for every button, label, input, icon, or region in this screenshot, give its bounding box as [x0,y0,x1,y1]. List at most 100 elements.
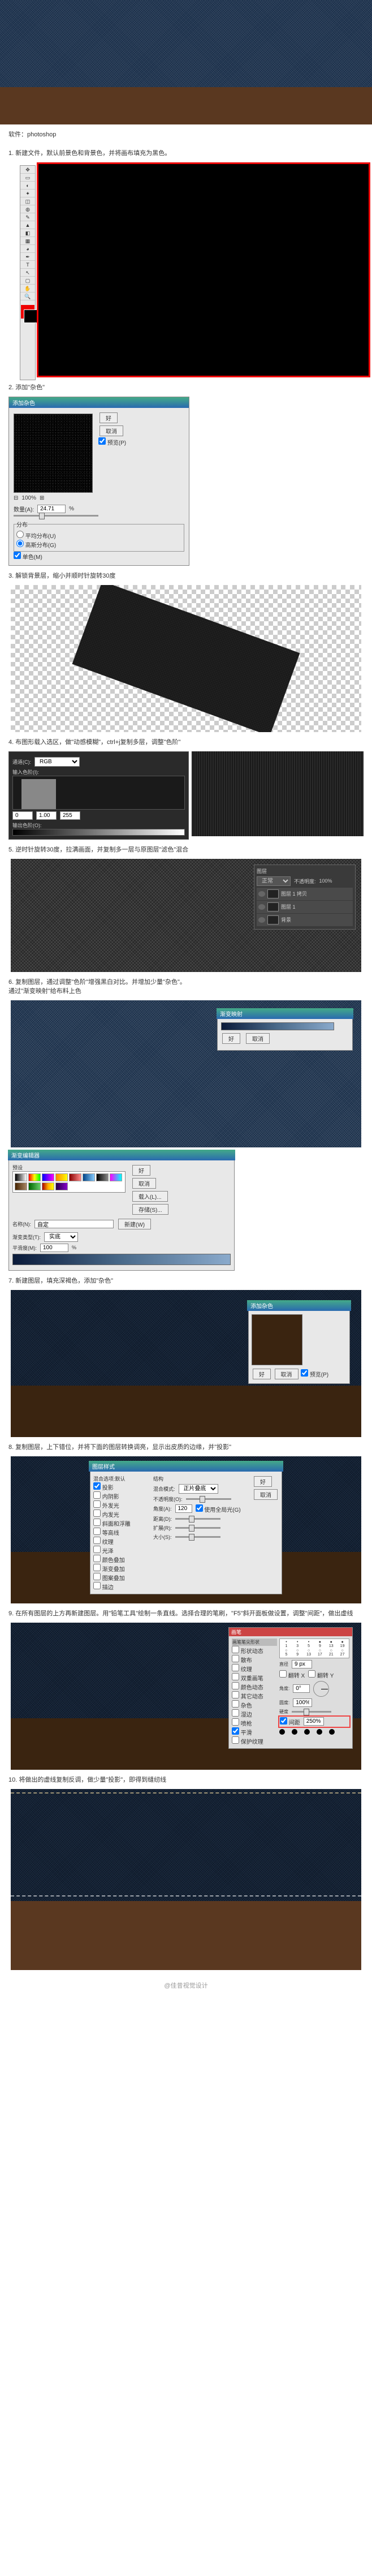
style-item[interactable]: 等高线 [93,1530,119,1537]
preset-item[interactable] [42,1173,54,1181]
hand-tool-icon[interactable]: ✋ [20,285,35,293]
brush-option[interactable]: 纹理 [232,1667,252,1673]
preset-item[interactable] [110,1173,122,1181]
brush-option[interactable]: 喷枪 [232,1721,252,1727]
brush-tip-grid[interactable]: •1•3•5●9●13●19 ○5○9○13○17○21○27 [279,1639,349,1658]
style-item[interactable]: 内发光 [93,1512,119,1519]
ok-button[interactable]: 好 [222,1033,240,1044]
layer-row-1[interactable]: 图层 1 [257,901,353,913]
output-gradient[interactable] [12,829,185,836]
brush-tool-icon[interactable]: ✎ [20,213,35,221]
size-slider[interactable] [175,1536,220,1538]
style-item[interactable]: 渐变叠加 [93,1567,125,1573]
black-point-input[interactable] [12,811,33,820]
save-button[interactable]: 存储(S)... [132,1204,168,1215]
gradient-type-select[interactable]: 实底 [44,1232,78,1242]
move-tool-icon[interactable]: ✥ [20,166,35,174]
lasso-tool-icon[interactable]: ◐ [20,182,35,190]
preset-item[interactable] [83,1173,95,1181]
blur-tool-icon[interactable]: ◕ [20,245,35,253]
brush-option[interactable]: 颜色动态 [232,1685,263,1691]
style-item[interactable]: 纹理 [93,1539,114,1546]
style-item[interactable]: 光泽 [93,1549,114,1555]
brush-angle-input[interactable] [293,1684,310,1693]
visibility-icon[interactable] [258,904,265,910]
ok-button[interactable]: 好 [132,1165,150,1176]
preset-item[interactable] [55,1182,68,1190]
style-item[interactable]: 描边 [93,1585,114,1591]
gradient-name-input[interactable] [34,1220,114,1228]
zoom-in-button[interactable]: ⊞ [40,495,44,501]
uniform-radio-label[interactable]: 平均分布(U) [16,534,56,540]
preview-checkbox-label[interactable]: 预览(P) [301,1372,328,1378]
ok-button[interactable]: 好 [100,412,118,423]
brush-option[interactable]: 平滑 [232,1730,252,1736]
brush-option[interactable]: 形状动态 [232,1649,263,1655]
shape-tool-icon[interactable]: ▢ [20,277,35,285]
amount-input[interactable] [37,505,66,513]
preview-checkbox-label[interactable]: 预览(P) [98,440,126,446]
stamp-tool-icon[interactable]: ▲ [20,221,35,229]
marquee-tool-icon[interactable]: ▭ [20,174,35,182]
style-item[interactable]: 颜色叠加 [93,1558,125,1564]
brush-option[interactable]: 杂色 [232,1703,252,1709]
brush-option[interactable]: 画笔笔尖形状 [232,1639,277,1646]
style-item[interactable]: 图案叠加 [93,1576,125,1582]
gradient-tool-icon[interactable]: ▦ [20,237,35,245]
layer-row-bg[interactable]: 背景 [257,914,353,926]
ok-button[interactable]: 好 [254,1476,272,1487]
spacing-input[interactable] [304,1717,324,1726]
preset-item[interactable] [15,1182,27,1190]
preset-item[interactable] [55,1173,68,1181]
gradient-bar[interactable] [221,1022,334,1030]
mono-checkbox-label[interactable]: 单色(M) [14,554,42,561]
brush-option[interactable]: 散布 [232,1658,252,1664]
blend-select[interactable]: 正片叠底 [179,1484,218,1494]
ok-button[interactable]: 好 [253,1369,271,1379]
hardness-slider[interactable] [292,1711,331,1713]
background-swatch[interactable] [24,309,37,323]
zoom-tool-icon[interactable]: 🔍 [20,293,35,300]
white-point-input[interactable] [60,811,80,820]
tools-palette[interactable]: ✥ ▭ ◐ ✦ ◫ ◍ ✎ ▲ ◧ ▦ ◕ ✒ T ↖ ▢ ✋ 🔍 [20,165,36,380]
gamma-input[interactable] [36,811,57,820]
cancel-button[interactable]: 取消 [100,425,123,436]
style-item[interactable]: 外发光 [93,1503,119,1510]
brush-option[interactable]: 湿边 [232,1712,252,1718]
preview-checkbox[interactable] [98,437,106,445]
visibility-icon[interactable] [258,891,265,897]
brush-option[interactable]: 其它动态 [232,1694,263,1700]
load-button[interactable]: 载入(L)... [132,1191,168,1202]
path-tool-icon[interactable]: ↖ [20,269,35,277]
blend-mode-select[interactable]: 正常 [257,876,291,886]
mono-checkbox[interactable] [14,552,21,559]
roundness-input[interactable] [293,1698,312,1707]
cancel-button[interactable]: 取消 [254,1489,278,1500]
gaussian-radio[interactable] [16,540,24,547]
gradient-edit-bar[interactable] [12,1254,231,1265]
zoom-out-button[interactable]: ⊟ [14,495,18,501]
channel-select[interactable]: RGB [34,757,80,767]
uniform-radio[interactable] [16,531,24,538]
wand-tool-icon[interactable]: ✦ [20,190,35,197]
preset-item[interactable] [15,1173,27,1181]
style-item[interactable]: 投影 [93,1485,114,1491]
preset-item[interactable] [96,1173,109,1181]
visibility-icon[interactable] [258,917,265,923]
diameter-input[interactable] [292,1660,312,1668]
angle-wheel[interactable] [313,1681,329,1697]
brush-option[interactable]: 保护纹理 [232,1739,263,1745]
distance-slider[interactable] [175,1518,220,1520]
new-button[interactable]: 新建(W) [118,1219,151,1229]
style-item[interactable]: 内阴影 [93,1494,119,1500]
preset-item[interactable] [28,1182,41,1190]
crop-tool-icon[interactable]: ◫ [20,197,35,205]
cancel-button[interactable]: 取消 [246,1033,270,1044]
cancel-button[interactable]: 取消 [275,1369,299,1379]
preset-item[interactable] [69,1173,81,1181]
pen-tool-icon[interactable]: ✒ [20,253,35,261]
heal-tool-icon[interactable]: ◍ [20,205,35,213]
gaussian-radio-label[interactable]: 高斯分布(G) [16,543,56,549]
preset-item[interactable] [28,1173,41,1181]
opacity-slider[interactable] [186,1498,231,1500]
